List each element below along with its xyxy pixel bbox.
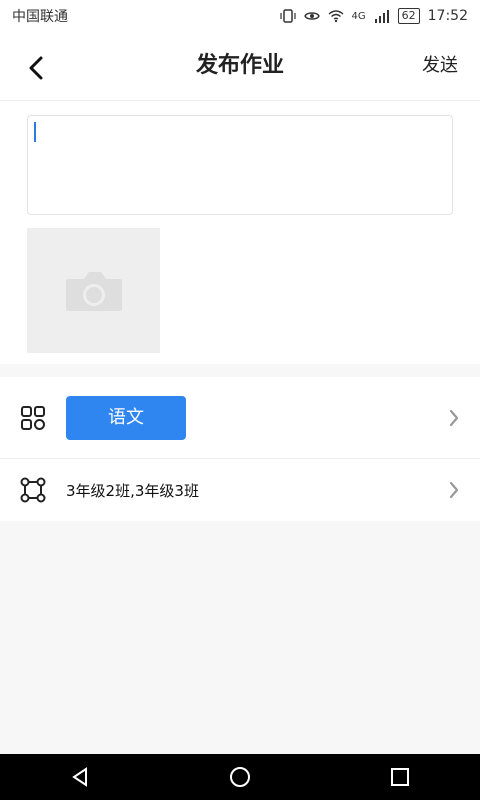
back-triangle-icon[interactable]	[68, 765, 92, 789]
homework-text-input[interactable]	[27, 115, 453, 215]
text-caret	[34, 122, 36, 142]
network-label: 4G	[351, 10, 366, 22]
vibrate-icon	[279, 9, 296, 23]
signal-icon	[374, 10, 389, 23]
subject-button[interactable]: 语文	[66, 396, 186, 440]
status-bar: 中国联通 4G 62 17:52	[0, 0, 480, 32]
grid-icon	[21, 405, 45, 430]
recents-square-icon[interactable]	[388, 765, 412, 789]
wifi-icon	[328, 10, 343, 23]
clock: 17:52	[427, 8, 468, 24]
chevron-right-icon	[449, 409, 459, 426]
add-photo-button[interactable]	[27, 228, 160, 353]
camera-icon	[65, 271, 122, 311]
chevron-right-icon	[449, 481, 459, 499]
selected-classes: 3年级2班,3年级3班	[66, 481, 199, 500]
home-circle-icon[interactable]	[228, 765, 252, 789]
eye-icon	[303, 12, 320, 20]
system-nav-bar	[0, 754, 480, 800]
battery-indicator: 62	[397, 8, 420, 24]
send-button[interactable]: 发送	[422, 32, 458, 100]
status-icons: 4G 62 17:52	[279, 8, 468, 24]
app-header: 发布作业 发送	[0, 32, 480, 101]
editor-card	[0, 101, 480, 364]
subject-row[interactable]: 语文	[0, 377, 480, 459]
group-icon	[20, 477, 46, 503]
settings-list: 语文 3年级2班,3年级3班	[0, 377, 480, 521]
page-title: 发布作业	[195, 53, 284, 78]
carrier-label: 中国联通	[12, 9, 68, 25]
classes-row[interactable]: 3年级2班,3年级3班	[0, 459, 480, 521]
back-button[interactable]	[18, 50, 54, 86]
chevron-left-icon	[29, 56, 43, 80]
